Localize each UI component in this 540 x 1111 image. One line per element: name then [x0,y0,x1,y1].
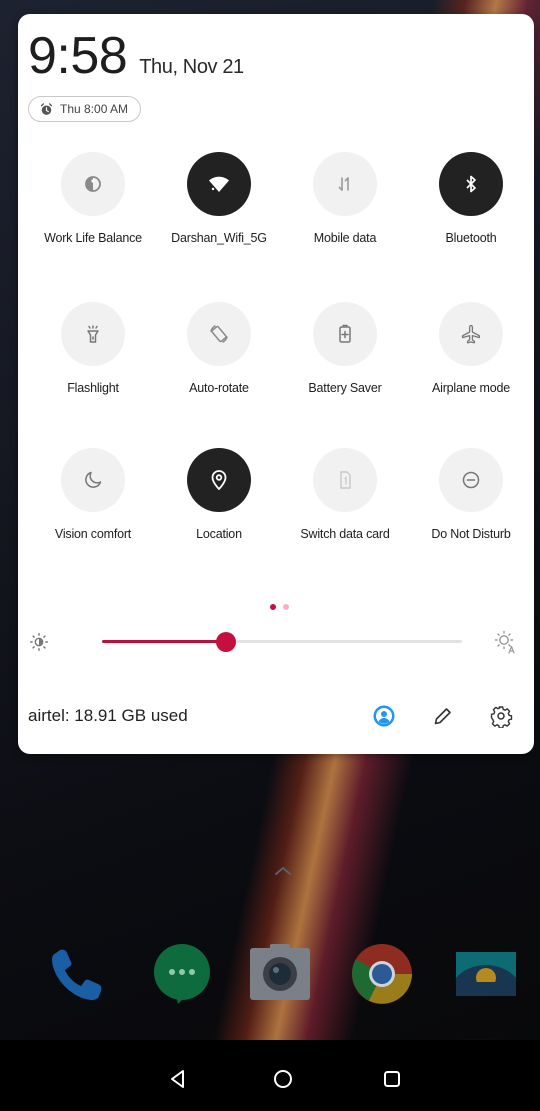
tile-label: Location [196,527,242,541]
tile-auto-rotate[interactable]: Auto-rotate [155,302,283,402]
do-not-disturb-icon [462,471,480,489]
brightness-slider-fill [102,640,227,643]
tile-bluetooth[interactable]: Bluetooth [407,152,535,252]
tile-mobile-data-button[interactable] [313,152,377,216]
page-indicator-dot [283,604,289,610]
tile-label: Bluetooth [445,231,497,245]
hangouts-icon[interactable] [150,942,214,1006]
tile-wifi-button[interactable] [187,152,251,216]
next-alarm-chip[interactable]: Thu 8:00 AM [28,96,142,122]
brightness-slider[interactable] [82,629,462,655]
tile-label: Flashlight [67,381,119,395]
data-usage-text[interactable]: airtel: 18.91 GB used [28,706,188,726]
tile-battery-saver[interactable]: Battery Saver [281,302,409,402]
tile-switch-data-card[interactable]: Switch data card [281,448,409,548]
gallery-icon[interactable] [454,942,518,1006]
chrome-icon[interactable] [350,942,414,1006]
recents-icon[interactable] [380,1067,404,1091]
tile-label: Switch data card [300,527,390,541]
phone-icon[interactable] [46,942,110,1006]
bluetooth-icon [466,175,476,193]
date[interactable]: Thu, Nov 21 [139,56,244,79]
tile-label: Vision comfort [54,527,132,541]
user-account-icon [373,705,395,727]
tile-switch-data-card-button[interactable] [313,448,377,512]
edit-pencil-icon [434,708,451,725]
tile-airplane-mode[interactable]: Airplane mode [407,302,535,402]
auto-brightness-icon[interactable] [492,629,518,655]
battery-saver-icon [339,324,351,343]
brightness-slider-thumb[interactable] [216,632,237,652]
brightness-low-icon [30,633,48,651]
clock[interactable]: 9:58 [28,26,128,86]
tile-do-not-disturb[interactable]: Do Not Disturb [407,448,535,548]
settings-gear-icon [490,706,513,728]
tile-label: Do Not Disturb [431,527,511,541]
tile-label: Auto-rotate [189,381,249,395]
edit-button[interactable] [429,702,457,730]
tile-work-life-balance[interactable]: Work Life Balance [29,152,157,252]
tile-vision-comfort[interactable]: Vision comfort [29,448,157,548]
user-account-button[interactable] [370,702,398,730]
tile-label: Darshan_Wifi_5G [171,231,267,245]
page-indicator-dot-active [270,604,276,610]
location-pin-icon [211,470,227,491]
tile-label: Work Life Balance [44,231,142,245]
status-header: 9:58 Thu, Nov 21 [28,26,244,86]
tile-location-button[interactable] [187,448,251,512]
tile-wifi[interactable]: Darshan_Wifi_5G [155,152,283,252]
mobile-data-icon [338,177,349,191]
tile-label: Battery Saver [308,381,382,395]
back-icon[interactable] [166,1067,190,1091]
flashlight-icon [87,325,99,343]
tile-flashlight[interactable]: Flashlight [29,302,157,402]
camera-icon[interactable] [248,942,312,1006]
sim-card-icon [340,471,351,489]
tile-battery-saver-button[interactable] [313,302,377,366]
moon-icon [85,471,102,488]
tile-auto-rotate-button[interactable] [187,302,251,366]
tile-vision-comfort-button[interactable] [61,448,125,512]
app-drawer-arrow-icon[interactable] [272,864,294,878]
tile-bluetooth-button[interactable] [439,152,503,216]
tile-location[interactable]: Location [155,448,283,548]
tile-label: Mobile data [313,231,377,245]
settings-button[interactable] [487,702,515,730]
tile-mobile-data[interactable]: Mobile data [281,152,409,252]
tile-work-life-balance-button[interactable] [61,152,125,216]
alarm-clock-icon [40,102,53,115]
tile-do-not-disturb-button[interactable] [439,448,503,512]
tile-flashlight-button[interactable] [61,302,125,366]
home-icon[interactable] [271,1067,295,1091]
navigation-bar [0,1040,540,1111]
auto-rotate-icon [210,325,228,343]
alarm-time: Thu 8:00 AM [60,102,129,116]
airplane-icon [461,324,481,344]
tile-airplane-mode-button[interactable] [439,302,503,366]
tile-label: Airplane mode [431,381,510,395]
wifi-icon [209,176,229,192]
work-life-balance-icon [85,176,101,192]
